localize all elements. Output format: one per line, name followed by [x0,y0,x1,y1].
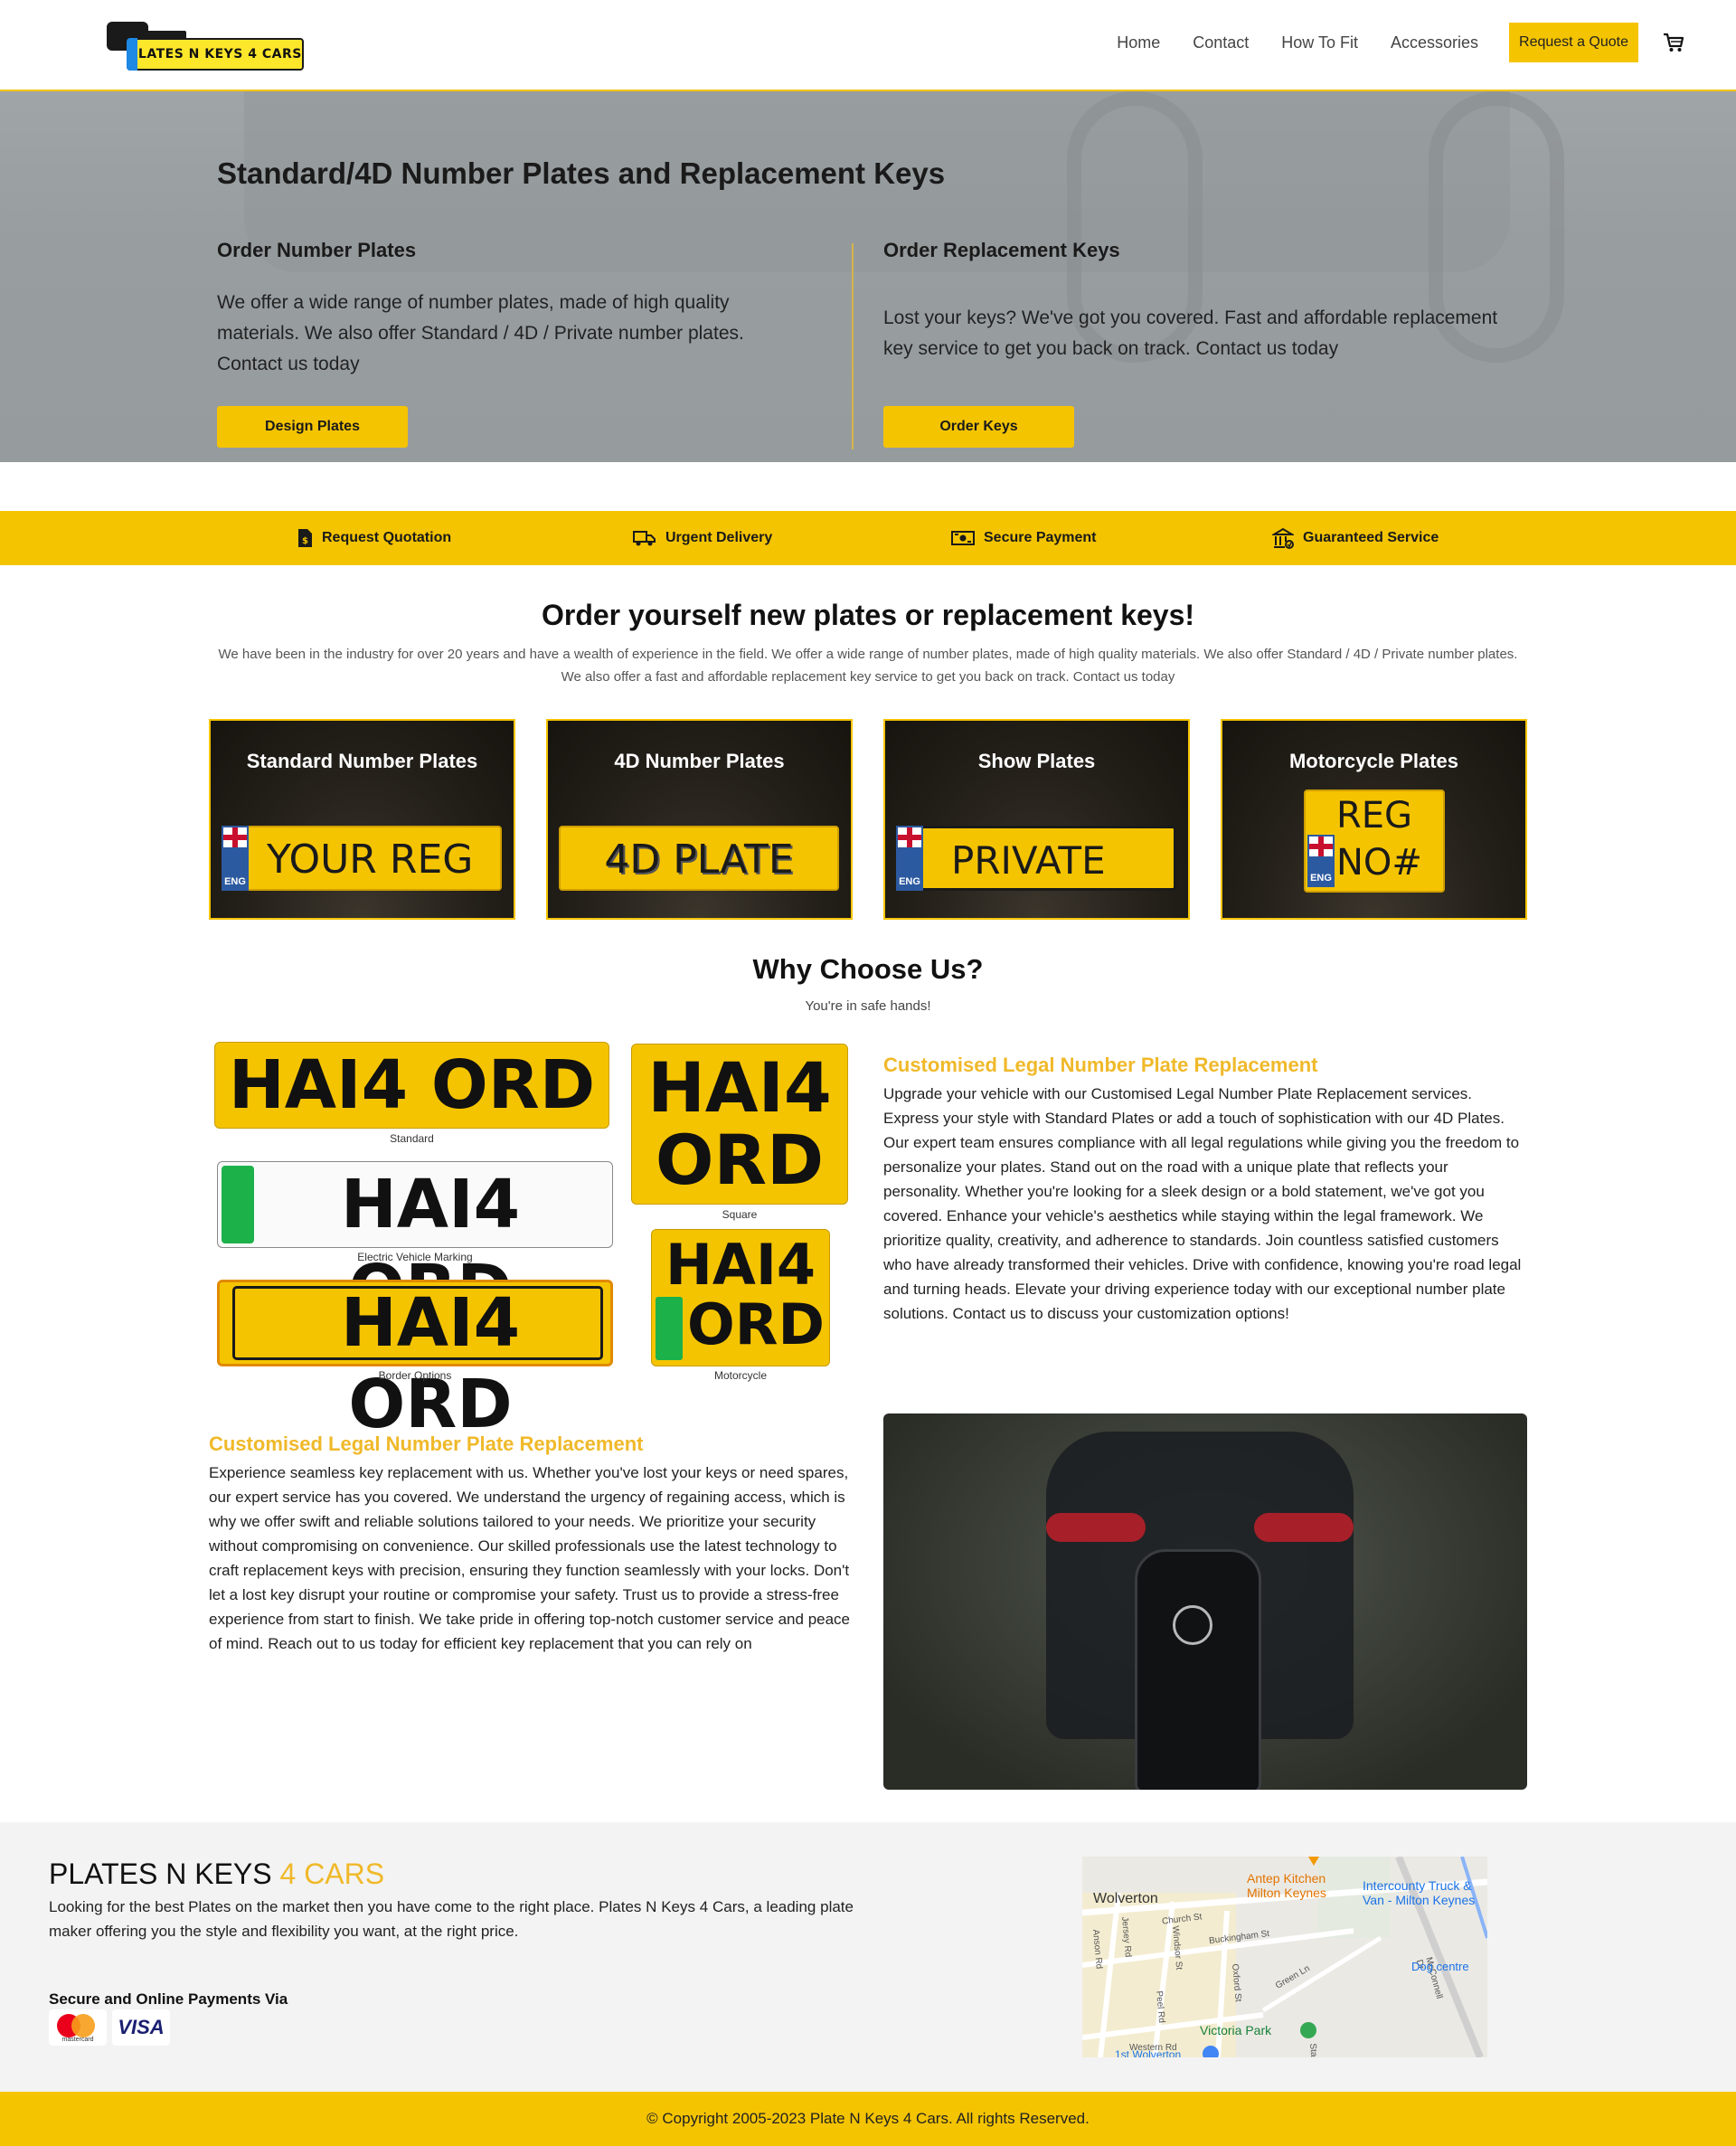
features-strip: $ Request Quotation Urgent Delivery Secu… [0,511,1736,565]
order-section-title: Order yourself new plates or replacement… [541,599,1195,631]
svg-text:$: $ [302,536,308,546]
order-keys-heading: Order Replacement Keys [883,239,1120,261]
border-options-plate-sample: HAI4 ORD [217,1280,613,1443]
nav-how-to-fit[interactable]: How To Fit [1281,33,1358,52]
visa-icon: VISA [112,2009,170,2046]
plate-caption: Square [722,1208,758,1221]
plate-caption: Standard [390,1132,434,1145]
hero-right-column: Order Replacement Keys Lost your keys? W… [883,239,1516,364]
motorcycle-plate-sample: HAI4 ORD [651,1229,830,1366]
order-plates-heading: Order Number Plates [217,239,417,261]
feature-guaranteed-service: Guaranteed Service [1272,511,1439,565]
keys-feature-text: Experience seamless key replacement with… [209,1464,851,1652]
payments-title: Secure and Online Payments Via [49,1990,288,2008]
plate-caption: Electric Vehicle Marking [357,1251,473,1263]
plate-caption: Motorcycle [713,1369,767,1382]
design-plates-button[interactable]: Design Plates [217,406,408,448]
request-quote-button[interactable]: Request a Quote [1509,23,1638,62]
feature-urgent-delivery: Urgent Delivery [633,511,772,565]
plate-preview: 4D PLATE [559,826,839,891]
standard-plate-sample: HAI4 ORD [214,1042,609,1129]
hero-title: Standard/4D Number Plates and Replacemen… [217,156,946,190]
main-nav: Home Contact How To Fit Accessories Requ… [1084,22,1685,63]
copyright: © Copyright 2005-2023 Plate N Keys 4 Car… [0,2092,1736,2146]
plates-feature-heading: Customised Legal Number Plate Replacemen… [883,1054,1318,1076]
card-motorcycle-plates[interactable]: Motorcycle Plates REG NO# ENG [1221,719,1527,920]
plate-preview: PRIVATE [896,826,1176,891]
hero-divider [852,243,854,449]
location-map[interactable]: Wolverton Antep Kitchen Milton Keynes In… [1082,1857,1487,2057]
why-choose-us-subtitle: You're in safe hands! [805,998,931,1014]
truck-icon [633,531,656,546]
car-key-photo [883,1413,1527,1790]
vw-logo-icon [1173,1605,1212,1645]
nav-contact[interactable]: Contact [1193,33,1249,52]
plate-caption: Border Options [378,1369,452,1382]
feature-label: Secure Payment [984,530,1097,545]
uk-flag-icon: ENG [896,826,923,891]
card-4d-number-plates[interactable]: 4D Number Plates 4D PLATE [546,719,853,920]
mastercard-icon: mastercard [49,2009,107,2046]
site-logo[interactable]: PLATES N KEYS 4 CARS [107,20,306,72]
card-show-plates[interactable]: Show Plates PRIVATE ENG [883,719,1190,920]
payment-icon [951,531,975,545]
square-plate-sample: HAI4 ORD [631,1044,848,1205]
document-icon: $ [298,529,312,547]
card-title: Standard Number Plates [246,750,478,772]
keys-feature-heading: Customised Legal Number Plate Replacemen… [209,1432,644,1455]
plate-preview: YOUR REG [222,826,502,891]
logo-text: PLATES N KEYS 4 CARS [127,38,304,71]
order-section-description: We have been in the industry for over 20… [218,647,1518,685]
site-header: PLATES N KEYS 4 CARS Home Contact How To… [0,0,1736,91]
feature-secure-payment: Secure Payment [951,511,1097,565]
bank-icon [1272,527,1294,549]
cart-icon[interactable] [1662,31,1685,54]
order-keys-button[interactable]: Order Keys [883,406,1074,448]
uk-flag-icon: ENG [222,826,249,891]
footer-brand: PLATES N KEYS 4 CARS [49,1858,385,1890]
order-plates-text: We offer a wide range of number plates, … [217,292,744,374]
hero-left-column: Order Number Plates We offer a wide rang… [217,239,814,380]
feature-label: Guaranteed Service [1303,530,1439,545]
card-title: Motorcycle Plates [1288,750,1459,772]
feature-label: Request Quotation [322,530,452,545]
feature-request-quotation: $ Request Quotation [297,511,451,565]
nav-home[interactable]: Home [1117,33,1160,52]
footer-description: Looking for the best Plates on the marke… [49,1898,854,1940]
feature-label: Urgent Delivery [665,530,773,545]
card-title: Show Plates [977,750,1096,772]
plates-feature-text: Upgrade your vehicle with our Customised… [883,1085,1522,1322]
electric-vehicle-plate-sample: HAI4 ORD [217,1161,613,1328]
card-title: 4D Number Plates [614,750,785,772]
order-keys-text: Lost your keys? We've got you covered. F… [883,307,1498,359]
uk-flag-icon: ENG [1307,835,1335,887]
why-choose-us-title: Why Choose Us? [752,953,984,985]
nav-accessories[interactable]: Accessories [1391,33,1478,52]
card-standard-number-plates[interactable]: Standard Number Plates YOUR REG ENG [209,719,515,920]
